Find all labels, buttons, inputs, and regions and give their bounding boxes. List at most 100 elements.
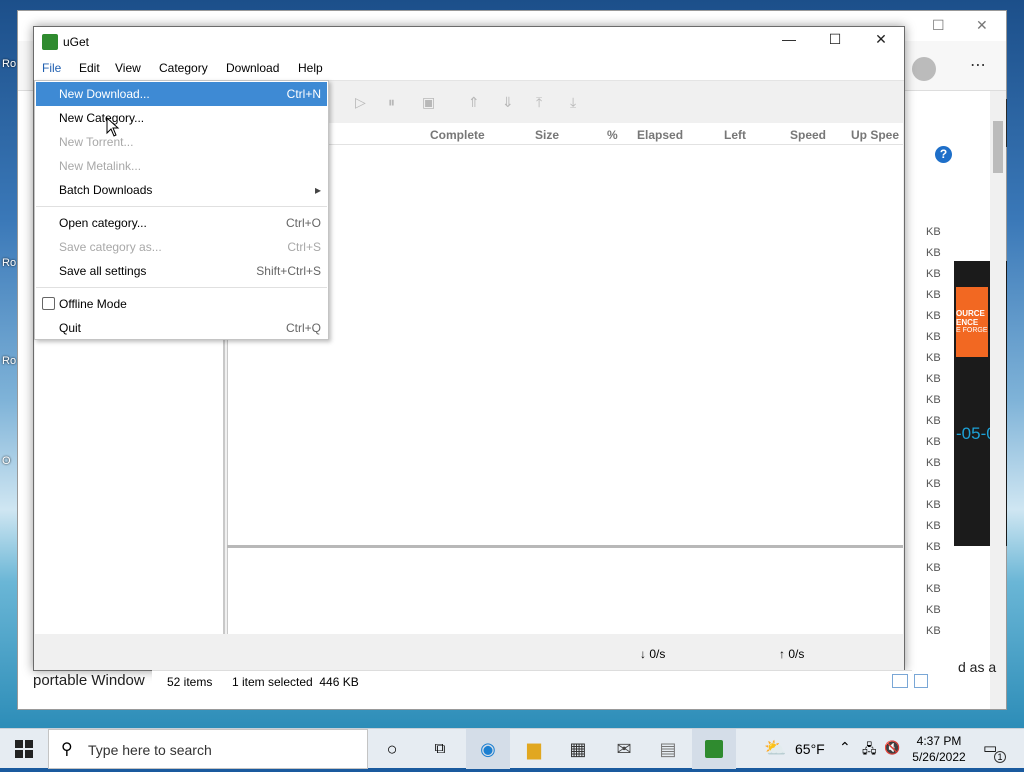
move-down-icon[interactable]: ⇓ <box>502 94 514 111</box>
size-unit: KB <box>926 478 941 490</box>
play-icon[interactable]: ▷ <box>355 94 366 111</box>
menu-item-label: New Metalink... <box>59 159 142 173</box>
menu-item-shortcut: Ctrl+O <box>285 216 321 230</box>
search-placeholder: Type here to search <box>88 742 212 758</box>
file-explorer-icon[interactable]: ▆ <box>512 729 556 769</box>
preview-view-icon[interactable] <box>914 674 928 688</box>
desktop-icon-label[interactable]: O <box>2 455 11 467</box>
column-percent[interactable]: % <box>607 128 618 142</box>
background-scrollbar[interactable] <box>990 91 1006 709</box>
promo-line: E FORGE <box>956 327 988 334</box>
page-text-fragment: d as a <box>958 659 997 675</box>
bg-maximize-icon[interactable]: ☐ <box>932 17 945 34</box>
mouse-cursor-icon <box>106 117 120 137</box>
column-speed[interactable]: Speed <box>790 128 826 142</box>
minimize-button[interactable]: — <box>767 31 811 53</box>
menu-item-new-torrent[interactable]: New Torrent... <box>36 130 327 154</box>
size-unit: KB <box>926 352 941 364</box>
taskbar: ⚲ Type here to search ○ ⧉ ◉ ▆ ▦ ✉ ▤ ⛅ 65… <box>0 728 1024 769</box>
size-unit: KB <box>926 310 941 322</box>
offline-mode-checkbox[interactable] <box>42 297 55 310</box>
task-view-icon[interactable]: ⧉ <box>418 729 462 769</box>
menu-item-shortcut: Ctrl+S <box>287 240 321 254</box>
close-button[interactable]: ✕ <box>859 31 903 53</box>
size-unit: KB <box>926 394 941 406</box>
menu-item-quit[interactable]: Quit Ctrl+Q <box>36 316 327 340</box>
column-up-speed[interactable]: Up Spee <box>851 128 899 142</box>
uget-app-icon <box>42 34 58 50</box>
more-menu-icon[interactable]: ⋯ <box>970 55 986 75</box>
column-left[interactable]: Left <box>724 128 746 142</box>
cortana-icon[interactable]: ○ <box>370 729 414 769</box>
start-button[interactable] <box>2 729 46 769</box>
menu-edit[interactable]: Edit <box>79 61 100 75</box>
menu-view[interactable]: View <box>115 61 141 75</box>
microsoft-store-icon[interactable]: ▦ <box>556 729 600 769</box>
move-up-icon[interactable]: ⇑ <box>468 94 480 111</box>
menu-item-batch-downloads[interactable]: Batch Downloads ▸ <box>36 178 327 202</box>
app-icon[interactable]: ▤ <box>646 729 690 769</box>
bg-close-icon[interactable]: ✕ <box>976 17 988 34</box>
help-icon[interactable]: ? <box>935 146 952 163</box>
size-unit: KB <box>926 562 941 574</box>
size-unit: KB <box>926 268 941 280</box>
background-scrollbar-thumb[interactable] <box>993 121 1003 173</box>
weather-temperature[interactable]: 65°F <box>795 741 825 757</box>
menu-item-new-download[interactable]: New Download... Ctrl+N <box>36 82 327 106</box>
size-unit: KB <box>926 625 941 637</box>
weather-icon[interactable]: ⛅ <box>764 738 786 759</box>
menu-item-shortcut: Shift+Ctrl+S <box>256 264 321 278</box>
menu-item-shortcut: Ctrl+Q <box>285 321 321 335</box>
menu-item-new-metalink[interactable]: New Metalink... <box>36 154 327 178</box>
volume-muted-icon[interactable]: 🔇 <box>884 740 900 756</box>
column-elapsed[interactable]: Elapsed <box>637 128 683 142</box>
menu-item-open-category[interactable]: Open category... Ctrl+O <box>36 211 327 235</box>
desktop-icon-label[interactable]: Ro <box>2 58 16 70</box>
menu-item-save-category-as[interactable]: Save category as... Ctrl+S <box>36 235 327 259</box>
size-unit: KB <box>926 541 941 553</box>
menu-item-shortcut: Ctrl+N <box>286 87 321 101</box>
size-unit: KB <box>926 331 941 343</box>
submenu-arrow-icon: ▸ <box>314 183 321 197</box>
pause-icon[interactable]: ⏸ <box>388 94 395 111</box>
tray-expand-icon[interactable]: ⌃ <box>839 739 851 756</box>
sourceforge-logo: OURCE ENCE E FORGE <box>956 287 988 357</box>
promo-line: ENCE <box>956 318 979 327</box>
file-menu-dropdown: New Download... Ctrl+N New Category... N… <box>34 80 329 340</box>
menu-item-offline-mode[interactable]: Offline Mode <box>36 292 327 316</box>
profile-icon[interactable] <box>912 57 936 81</box>
column-complete[interactable]: Complete <box>430 128 485 142</box>
desktop-icon-label[interactable]: Ro <box>2 355 16 367</box>
menu-item-new-category[interactable]: New Category... <box>36 106 327 130</box>
menu-file[interactable]: File <box>42 61 61 75</box>
properties-icon[interactable]: ▣ <box>422 94 435 111</box>
size-unit: KB <box>926 520 941 532</box>
taskbar-search-box[interactable]: ⚲ Type here to search <box>48 729 368 769</box>
detail-pane[interactable] <box>227 548 903 634</box>
column-size[interactable]: Size <box>535 128 559 142</box>
move-top-icon[interactable]: ⤒ <box>536 94 542 111</box>
items-count: 52 items <box>167 675 213 689</box>
mail-icon[interactable]: ✉ <box>602 729 646 769</box>
details-view-icon[interactable] <box>892 674 908 688</box>
size-unit: KB <box>926 415 941 427</box>
menu-item-save-all-settings[interactable]: Save all settings Shift+Ctrl+S <box>36 259 327 283</box>
window-title: uGet <box>63 35 90 49</box>
background-status-bar: 52 items 1 item selected 446 KB <box>152 670 928 692</box>
size-unit: KB <box>926 604 941 616</box>
menu-item-label: Offline Mode <box>59 297 127 311</box>
maximize-button[interactable]: ☐ <box>813 31 857 53</box>
size-unit: KB <box>926 226 941 238</box>
move-bottom-icon[interactable]: ⤓ <box>570 94 576 111</box>
title-bar[interactable]: uGet — ☐ ✕ <box>34 27 904 57</box>
menu-download[interactable]: Download <box>226 61 279 75</box>
desktop-icon-label[interactable]: Ro <box>2 257 16 269</box>
download-rate: ↓ 0/s <box>640 647 666 661</box>
network-icon[interactable]: 🖧 <box>862 740 877 762</box>
uget-taskbar-icon[interactable] <box>692 729 736 769</box>
edge-browser-icon[interactable]: ◉ <box>466 729 510 769</box>
taskbar-clock[interactable]: 4:37 PM 5/26/2022 <box>905 733 973 765</box>
menu-category[interactable]: Category <box>159 61 208 75</box>
menu-help[interactable]: Help <box>298 61 323 75</box>
windows-logo-icon <box>15 740 33 758</box>
